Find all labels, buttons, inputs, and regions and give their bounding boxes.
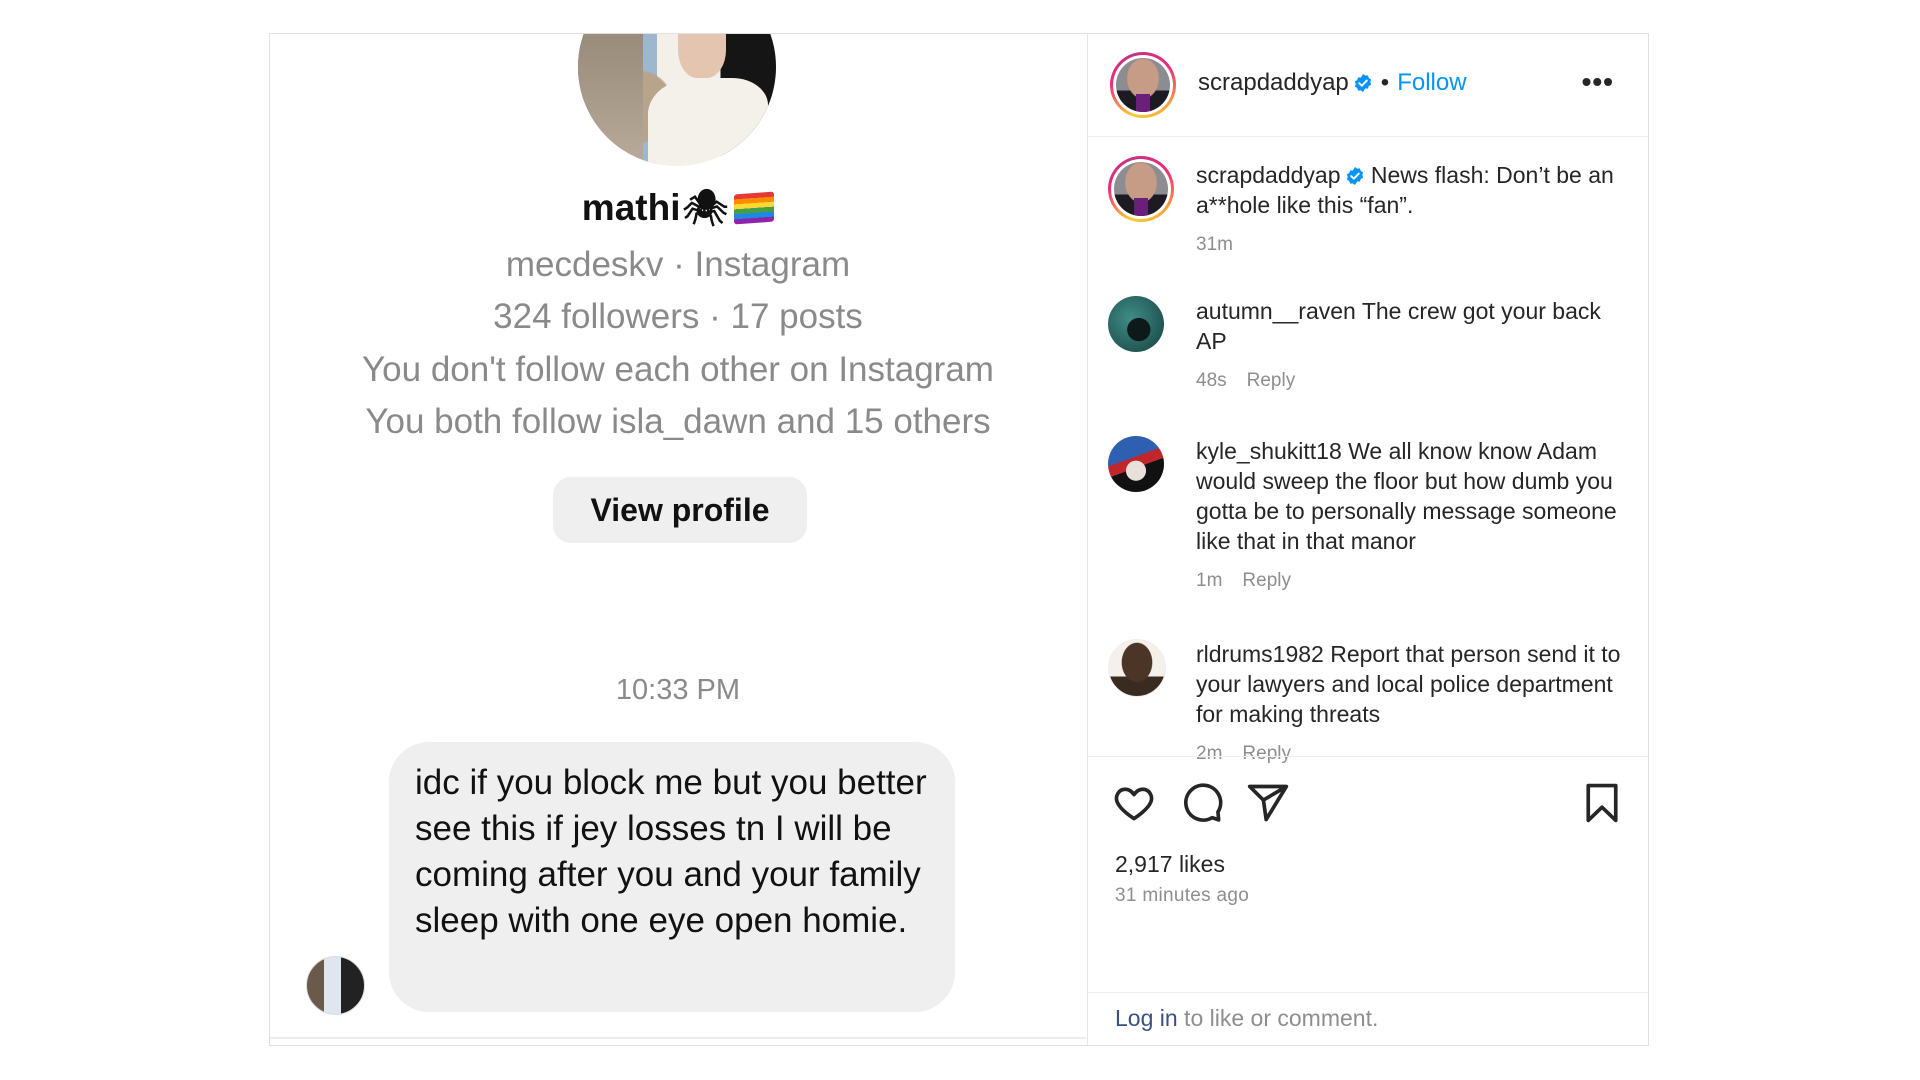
share-send-icon[interactable] <box>1246 781 1290 825</box>
comment-body: rldrums1982 Report that person send it t… <box>1196 639 1624 769</box>
comment-time: 1m <box>1196 570 1223 591</box>
sender-avatar <box>306 956 365 1015</box>
post-embed: mathi🕷 mecdeskv · Instagram 324 follower… <box>269 33 1649 1046</box>
caption-body: scrapdaddyap News flash: Don’t be an a**… <box>1196 160 1624 260</box>
message-timestamp: 10:33 PM <box>615 674 741 706</box>
view-profile-button: View profile <box>553 477 807 543</box>
verified-badge-icon <box>1346 167 1363 185</box>
profile-avatar <box>578 34 776 166</box>
verified-badge-icon <box>1354 74 1371 92</box>
login-prompt: Log in to like or comment. <box>1088 992 1648 1045</box>
display-name-text: mathi <box>581 187 681 228</box>
likes-count[interactable]: 2,917 likes <box>1115 851 1225 878</box>
reply-button[interactable]: Reply <box>1242 570 1291 591</box>
more-options-icon[interactable]: ••• <box>1582 66 1614 98</box>
post-header-title: scrapdaddyap • Follow <box>1198 69 1467 97</box>
post-sidebar: scrapdaddyap • Follow ••• scrapdaddyap New… <box>1087 34 1648 1045</box>
author-avatar[interactable] <box>1110 52 1176 118</box>
like-heart-icon[interactable] <box>1112 781 1156 825</box>
rainbow-flag-icon <box>734 191 775 225</box>
post-timestamp: 31 minutes ago <box>1115 885 1250 906</box>
caption-author-avatar[interactable] <box>1108 156 1174 222</box>
post-image-dm-screenshot: mathi🕷 mecdeskv · Instagram 324 follower… <box>270 34 1086 1045</box>
author-username-link[interactable]: scrapdaddyap <box>1198 69 1349 96</box>
follow-status-line: You don't follow each other on Instagram <box>362 350 994 389</box>
login-prompt-text: to like or comment. <box>1177 1005 1379 1031</box>
login-link[interactable]: Log in <box>1115 1005 1178 1031</box>
comment-body: kyle_shukitt18 We all know know Adam wou… <box>1196 436 1624 596</box>
post-header: scrapdaddyap • Follow ••• <box>1088 34 1648 137</box>
comment-username[interactable]: kyle_shukitt18 <box>1196 438 1342 464</box>
post-actions: 2,917 likes 31 minutes ago <box>1088 756 1648 937</box>
caption-time: 31m <box>1196 234 1233 255</box>
comment-username[interactable]: rldrums1982 <box>1196 641 1324 667</box>
comment-time: 48s <box>1196 370 1227 391</box>
comment-avatar[interactable] <box>1108 296 1164 352</box>
profile-stats-line: 324 followers · 17 posts <box>493 297 863 336</box>
comment-avatar[interactable] <box>1108 639 1166 697</box>
save-bookmark-icon[interactable] <box>1580 781 1624 825</box>
follow-button[interactable]: Follow <box>1397 69 1466 96</box>
reply-button[interactable]: Reply <box>1247 370 1296 391</box>
comment-body: autumn__raven The crew got your back AP … <box>1196 296 1624 396</box>
message-bubble: idc if you block me but you better see t… <box>389 742 955 1012</box>
mutual-followers-line: You both follow isla_dawn and 15 others <box>365 402 991 441</box>
comments-list[interactable]: scrapdaddyap News flash: Don’t be an a**… <box>1088 137 1648 764</box>
profile-handle-line: mecdeskv · Instagram <box>505 245 851 284</box>
caption-username[interactable]: scrapdaddyap <box>1196 162 1341 188</box>
divider <box>270 1037 1086 1039</box>
comment-bubble-icon[interactable] <box>1180 781 1224 825</box>
separator-dot: • <box>1380 69 1390 96</box>
comment-username[interactable]: autumn__raven <box>1196 298 1356 324</box>
spider-emoji-icon: 🕷 <box>682 187 729 228</box>
profile-display-name: mathi🕷 <box>270 187 1086 229</box>
comment-avatar[interactable] <box>1108 436 1164 492</box>
